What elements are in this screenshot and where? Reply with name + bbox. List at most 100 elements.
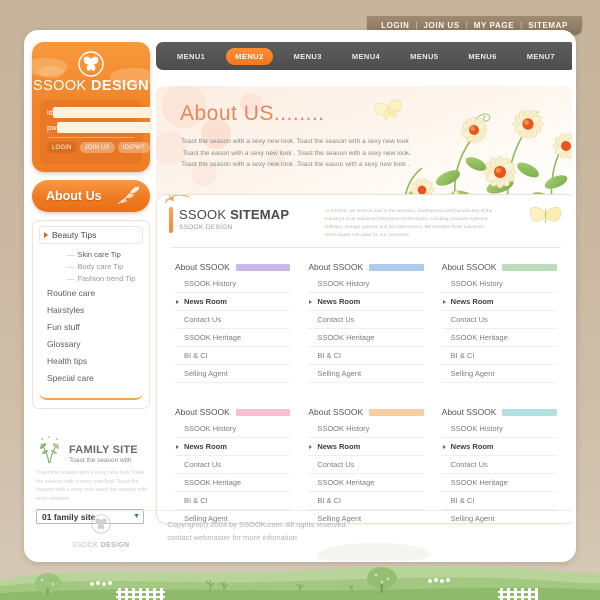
- sitemap-link-selling-agent[interactable]: Selling Agent: [441, 365, 557, 383]
- sitemap-column-grid: About SSOOK SSOOK History News Room Cont…: [157, 248, 572, 523]
- sitemap-link-news-room[interactable]: News Room: [175, 293, 291, 311]
- find-id-pw-button[interactable]: ID/PW?: [117, 142, 150, 153]
- sitemap-column-heading: About SSOOK: [175, 407, 230, 417]
- sitemap-link-ssook-heritage[interactable]: SSOOK Heritage: [175, 474, 291, 492]
- sidebar-item-special-care[interactable]: Special care: [33, 369, 149, 386]
- topbar-link-sitemap[interactable]: SITEMAP: [528, 21, 568, 30]
- sitemap-link-ssook-history[interactable]: SSOOK History: [441, 420, 557, 438]
- sidebar-subitem-fashion-trend-tip[interactable]: — Fashion trend Tip: [33, 272, 149, 284]
- topbar-separator: |: [415, 21, 418, 30]
- butterfly-icon: [78, 51, 104, 77]
- sitemap-column: About SSOOK SSOOK History News Room Cont…: [441, 407, 557, 523]
- sitemap-link-contact-us[interactable]: Contact Us: [308, 311, 424, 329]
- sitemap-link-ssook-heritage[interactable]: SSOOK Heritage: [175, 329, 291, 347]
- sitemap-link-contact-us[interactable]: Contact Us: [441, 456, 557, 474]
- sitemap-title-bold: SITEMAP: [230, 207, 290, 222]
- sitemap-link-ssook-history[interactable]: SSOOK History: [441, 275, 557, 293]
- sitemap-link-selling-agent[interactable]: Selling Agent: [175, 365, 291, 383]
- sidebar-header-label: About Us: [46, 189, 102, 203]
- logo-wordmark: SSOOK DESIGN: [32, 78, 150, 94]
- sitemap-column: About SSOOK SSOOK History News Room Cont…: [175, 262, 291, 383]
- login-id-label: id: [47, 108, 53, 117]
- login-pw-label: pw: [47, 123, 57, 132]
- sitemap-link-ssook-heritage[interactable]: SSOOK Heritage: [308, 329, 424, 347]
- sitemap-link-news-room[interactable]: News Room: [308, 438, 424, 456]
- login-button[interactable]: LOGIN: [47, 142, 77, 153]
- family-site-body-text: Toast the season with a sexy new look To…: [36, 470, 148, 502]
- sitemap-panel: SSOOK SITEMAP SSOOK DESIGN At SSOOK, we …: [156, 194, 572, 524]
- sitemap-column-color-bar: [369, 263, 424, 271]
- join-us-button[interactable]: JOIN US: [79, 142, 115, 153]
- sitemap-link-bi-ci[interactable]: BI & CI: [441, 492, 557, 510]
- login-pw-row: pw: [47, 122, 150, 133]
- sidebar-item-label: Beauty Tips: [52, 230, 97, 240]
- sitemap-description: At SSOOK, we strive to lead in the inven…: [325, 208, 493, 238]
- sitemap-link-bi-ci[interactable]: BI & CI: [441, 347, 557, 365]
- menu-item-menu1[interactable]: MENU1: [168, 48, 214, 65]
- sitemap-column-header: About SSOOK: [442, 262, 557, 272]
- sitemap-link-ssook-heritage[interactable]: SSOOK Heritage: [441, 329, 557, 347]
- sitemap-link-selling-agent[interactable]: Selling Agent: [308, 365, 424, 383]
- sidebar-item-fun-stuff[interactable]: Fun stuff: [33, 318, 149, 335]
- menu-item-menu5[interactable]: MENU5: [401, 48, 447, 65]
- sitemap-link-ssook-history[interactable]: SSOOK History: [308, 275, 424, 293]
- sitemap-link-ssook-history[interactable]: SSOOK History: [175, 420, 291, 438]
- topbar-link-join-us[interactable]: JOIN US: [424, 21, 460, 30]
- sidebar-item-beauty-tips[interactable]: Beauty Tips: [39, 226, 143, 244]
- sitemap-link-contact-us[interactable]: Contact Us: [441, 311, 557, 329]
- sitemap-link-contact-us[interactable]: Contact Us: [175, 456, 291, 474]
- butterfly-decoration: [374, 99, 402, 120]
- sitemap-link-contact-us[interactable]: Contact Us: [308, 456, 424, 474]
- sitemap-link-bi-ci[interactable]: BI & CI: [308, 347, 424, 365]
- sitemap-column-color-bar: [502, 263, 557, 271]
- sitemap-link-news-room[interactable]: News Room: [308, 293, 424, 311]
- sidebar-subitem-skin-care-tip[interactable]: — Skin care Tip: [33, 248, 149, 260]
- sitemap-accent-bar: [169, 207, 173, 233]
- menu-item-menu6[interactable]: MENU6: [459, 48, 505, 65]
- sidebar-item-routine-care[interactable]: Routine care: [33, 284, 149, 301]
- landscape-decoration: [0, 543, 600, 600]
- sitemap-column: About SSOOK SSOOK History News Room Cont…: [308, 407, 424, 523]
- sitemap-link-bi-ci[interactable]: BI & CI: [175, 492, 291, 510]
- footer-copyright-line1: Copyright(c) 2003 by SSOOK.com. All righ…: [167, 519, 348, 529]
- topbar-separator: |: [465, 21, 468, 30]
- family-site-header: FAMILY SITE Toast the season with: [36, 434, 148, 464]
- sitemap-link-bi-ci[interactable]: BI & CI: [308, 492, 424, 510]
- menu-item-menu3[interactable]: MENU3: [285, 48, 331, 65]
- dash-icon: —: [67, 273, 75, 283]
- banner-body-text: Toast the season with a sexy new look. T…: [181, 138, 412, 169]
- sidebar-item-glossary[interactable]: Glossary: [33, 335, 149, 352]
- sitemap-link-ssook-history[interactable]: SSOOK History: [308, 420, 424, 438]
- leaf-flourish-icon: [117, 186, 140, 205]
- sitemap-column-header: About SSOOK: [308, 407, 424, 417]
- sitemap-link-ssook-heritage[interactable]: SSOOK Heritage: [308, 474, 424, 492]
- sitemap-link-bi-ci[interactable]: BI & CI: [175, 347, 291, 365]
- family-site-title: FAMILY SITE: [69, 444, 138, 456]
- login-pw-input[interactable]: [56, 122, 150, 133]
- topbar-link-my-page[interactable]: MY PAGE: [474, 21, 514, 30]
- triangle-right-icon: [44, 232, 48, 238]
- sidebar-subitem-body-care-tip[interactable]: — Body care Tip: [33, 260, 149, 272]
- login-divider: [48, 137, 134, 138]
- login-id-input[interactable]: [52, 107, 150, 118]
- sitemap-link-ssook-history[interactable]: SSOOK History: [175, 275, 291, 293]
- sidebar-item-hairstyles[interactable]: Hairstyles: [33, 301, 149, 318]
- sitemap-link-ssook-heritage[interactable]: SSOOK Heritage: [441, 474, 557, 492]
- sitemap-column-header: About SSOOK: [308, 262, 424, 272]
- sitemap-column-header: About SSOOK: [442, 407, 557, 417]
- sitemap-link-news-room[interactable]: News Room: [441, 293, 557, 311]
- sitemap-link-news-room[interactable]: News Room: [175, 438, 291, 456]
- sitemap-link-news-room[interactable]: News Room: [441, 438, 557, 456]
- sidebar-bottom-accent: [39, 388, 143, 400]
- login-id-row: id: [47, 107, 150, 118]
- sitemap-column-heading: About SSOOK: [308, 262, 364, 272]
- sitemap-column: About SSOOK SSOOK History News Room Cont…: [441, 262, 557, 383]
- sidebar-header-about-us[interactable]: About Us: [32, 180, 150, 212]
- sidebar-item-health-tips[interactable]: Health tips: [33, 352, 149, 369]
- menu-item-menu4[interactable]: MENU4: [343, 48, 389, 65]
- sidebar-subitem-label: Skin care Tip: [77, 249, 121, 259]
- topbar-link-login[interactable]: LOGIN: [381, 21, 409, 30]
- menu-item-menu2[interactable]: MENU2: [226, 47, 273, 65]
- menu-item-menu7[interactable]: MENU7: [518, 48, 564, 65]
- sitemap-link-contact-us[interactable]: Contact Us: [175, 311, 291, 329]
